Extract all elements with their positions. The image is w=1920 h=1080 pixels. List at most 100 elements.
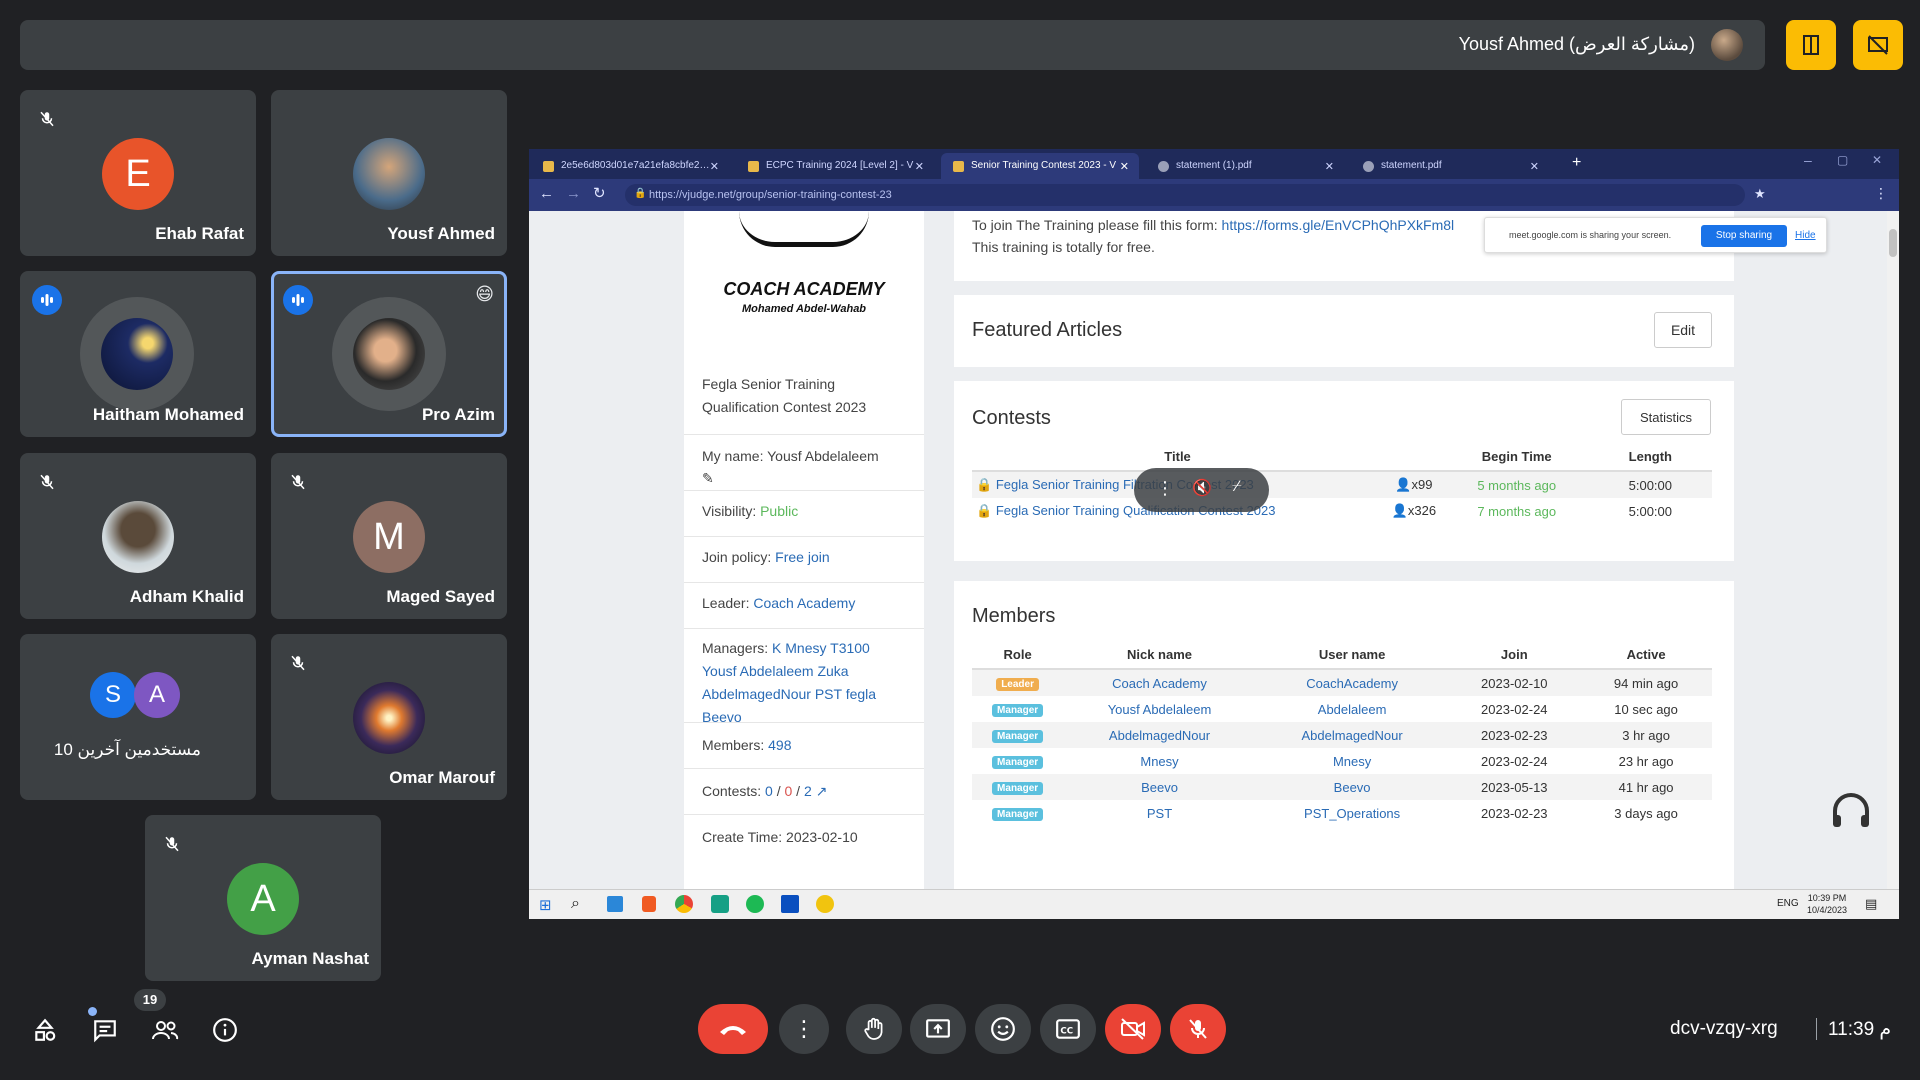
page-scrollbar[interactable]: [1887, 211, 1899, 889]
pin-off-icon[interactable]: ⌿: [1232, 478, 1242, 496]
participant-tile[interactable]: Yousf Ahmed: [271, 90, 507, 256]
browser-tab[interactable]: statement (1).pdf ✕: [1146, 153, 1344, 179]
vjudge-favicon-icon: [953, 161, 964, 172]
pycharm-icon[interactable]: [711, 895, 729, 913]
member-row[interactable]: Manager Beevo Beevo 2023-05-13 41 hr ago: [972, 774, 1712, 800]
menu-icon[interactable]: ⋮: [1874, 185, 1888, 202]
window-close-icon[interactable]: ✕: [1872, 153, 1882, 167]
more-options-button[interactable]: ⋮: [779, 1004, 829, 1054]
member-row[interactable]: Manager PST PST_Operations 2023-02-23 3 …: [972, 800, 1712, 826]
visibility: Visibility: Public: [684, 491, 924, 537]
info-icon[interactable]: [210, 1015, 240, 1045]
participant-tile[interactable]: Haitham Mohamed: [20, 271, 256, 437]
member-row[interactable]: Manager Mnesy Mnesy 2023-02-24 23 hr ago: [972, 748, 1712, 774]
language-indicator[interactable]: ENG: [1777, 898, 1799, 909]
my-name: My name: Yousf Abdelaleem ✎: [684, 435, 924, 491]
participant-tile[interactable]: Omar Marouf: [271, 634, 507, 800]
mic-off-icon: [34, 469, 60, 495]
maximize-icon[interactable]: ▢: [1837, 153, 1848, 167]
participant-tile[interactable]: M Maged Sayed: [271, 453, 507, 619]
raise-hand-button[interactable]: [846, 1004, 902, 1054]
chrome-icon[interactable]: [675, 895, 693, 913]
avatar: S: [90, 672, 136, 718]
col-begin: Begin Time: [1444, 443, 1589, 472]
others-tile[interactable]: S A 10 مستخدمين آخرين: [20, 634, 256, 800]
participant-tile[interactable]: E Ehab Rafat: [20, 90, 256, 256]
scrollbar-thumb[interactable]: [1889, 229, 1897, 257]
speaking-icon: [32, 285, 62, 315]
notifications-icon[interactable]: ▤: [1865, 896, 1877, 912]
close-icon[interactable]: ✕: [1325, 160, 1334, 173]
forward-icon[interactable]: →: [566, 185, 581, 202]
col-title: Title: [972, 443, 1384, 472]
stop-sharing-button[interactable]: Stop sharing: [1701, 225, 1787, 247]
participant-name: Maged Sayed: [386, 587, 495, 606]
spotify-icon[interactable]: [746, 895, 764, 913]
vscode-icon[interactable]: [607, 896, 623, 912]
hand-icon: [864, 1017, 883, 1040]
hide-link[interactable]: Hide: [1795, 230, 1816, 241]
mic-toggle-button[interactable]: [1170, 1004, 1226, 1054]
external-link-icon[interactable]: ↗: [816, 783, 828, 799]
brave-icon[interactable]: [642, 896, 656, 912]
activities-icon[interactable]: [30, 1015, 60, 1045]
contest-row[interactable]: 🔒 Fegla Senior Training Filtration Conte…: [972, 471, 1712, 498]
featured-articles-card: Featured Articles Edit: [954, 295, 1734, 367]
participant-tile[interactable]: 😄 Pro Azim: [271, 271, 507, 437]
join-policy: Join policy: Free join: [684, 537, 924, 583]
contests-title: Contests: [972, 407, 1051, 429]
reload-icon[interactable]: ↻: [593, 184, 606, 202]
emoji-icon: [991, 1017, 1015, 1041]
stop-presenting-button[interactable]: [1853, 20, 1903, 70]
pin-presentation-button[interactable]: [1786, 20, 1836, 70]
close-icon[interactable]: ✕: [710, 160, 719, 173]
member-row[interactable]: Leader Coach Academy CoachAcademy 2023-0…: [972, 669, 1712, 696]
browser-tab[interactable]: 2e5e6d803d01e7a21efa8cbfe2… ✕: [531, 153, 729, 179]
statistics-button[interactable]: Statistics: [1621, 399, 1711, 435]
clock[interactable]: 10:39 PM 10/4/2023: [1807, 892, 1847, 916]
volume-off-icon[interactable]: 🔇: [1192, 478, 1212, 498]
url-input[interactable]: 🔒 https://vjudge.net/group/senior-traini…: [625, 184, 1745, 206]
browser-tab-active[interactable]: Senior Training Contest 2023 - V ✕: [941, 153, 1139, 179]
member-row[interactable]: Manager Yousf Abdelaleem Abdelaleem 2023…: [972, 696, 1712, 722]
contests-count: Contests: 0 / 0 / 2 ↗: [684, 769, 924, 815]
more-options-icon[interactable]: ⋮: [1156, 478, 1174, 499]
contest-row[interactable]: 🔒 Fegla Senior Training Qualification Co…: [972, 498, 1712, 524]
browser-tab[interactable]: statement.pdf ✕: [1351, 153, 1549, 179]
close-icon[interactable]: ✕: [1530, 160, 1539, 173]
windows-start-icon[interactable]: ⊞: [539, 896, 552, 914]
mail-icon[interactable]: [781, 895, 799, 913]
new-tab-icon[interactable]: +: [1572, 154, 1581, 172]
join-instructions: To join The Training please fill this fo…: [972, 217, 1455, 233]
self-view-controls: ⋮ 🔇 ⌿: [1134, 468, 1269, 512]
participant-tile[interactable]: A Ayman Nashat: [145, 815, 381, 981]
people-icon[interactable]: 19: [134, 989, 180, 1045]
camera-toggle-button[interactable]: [1105, 1004, 1161, 1054]
participant-name: Ayman Nashat: [251, 949, 369, 968]
shared-screen: 2e5e6d803d01e7a21efa8cbfe2… ✕ ECPC Traini…: [529, 149, 1899, 919]
brand-title: COACH ACADEMY: [723, 279, 885, 299]
back-icon[interactable]: ←: [539, 185, 554, 202]
app-icon[interactable]: [816, 895, 834, 913]
minimize-icon[interactable]: –: [1804, 152, 1812, 168]
vjudge-favicon-icon: [748, 161, 759, 172]
edit-button[interactable]: Edit: [1654, 312, 1712, 348]
headset-icon[interactable]: [1829, 789, 1873, 833]
reactions-button[interactable]: [975, 1004, 1031, 1054]
user-icon: 👤: [1395, 477, 1412, 492]
close-icon[interactable]: ✕: [1120, 160, 1129, 173]
globe-icon: [1158, 161, 1169, 172]
leave-call-button[interactable]: [698, 1004, 768, 1054]
search-icon[interactable]: ⌕: [571, 895, 580, 913]
present-screen-button[interactable]: [910, 1004, 966, 1054]
close-icon[interactable]: ✕: [915, 160, 924, 173]
browser-tabstrip: 2e5e6d803d01e7a21efa8cbfe2… ✕ ECPC Traini…: [529, 149, 1899, 179]
participant-tile[interactable]: Adham Khalid: [20, 453, 256, 619]
captions-button[interactable]: CC: [1040, 1004, 1096, 1054]
extensions-icon[interactable]: ★: [1754, 186, 1766, 202]
chat-icon[interactable]: [88, 1007, 120, 1045]
mic-off-icon: [285, 650, 311, 676]
member-row[interactable]: Manager AbdelmagedNour AbdelmagedNour 20…: [972, 722, 1712, 748]
edit-icon[interactable]: ✎: [702, 470, 714, 486]
browser-tab[interactable]: ECPC Training 2024 [Level 2] - V ✕: [736, 153, 934, 179]
